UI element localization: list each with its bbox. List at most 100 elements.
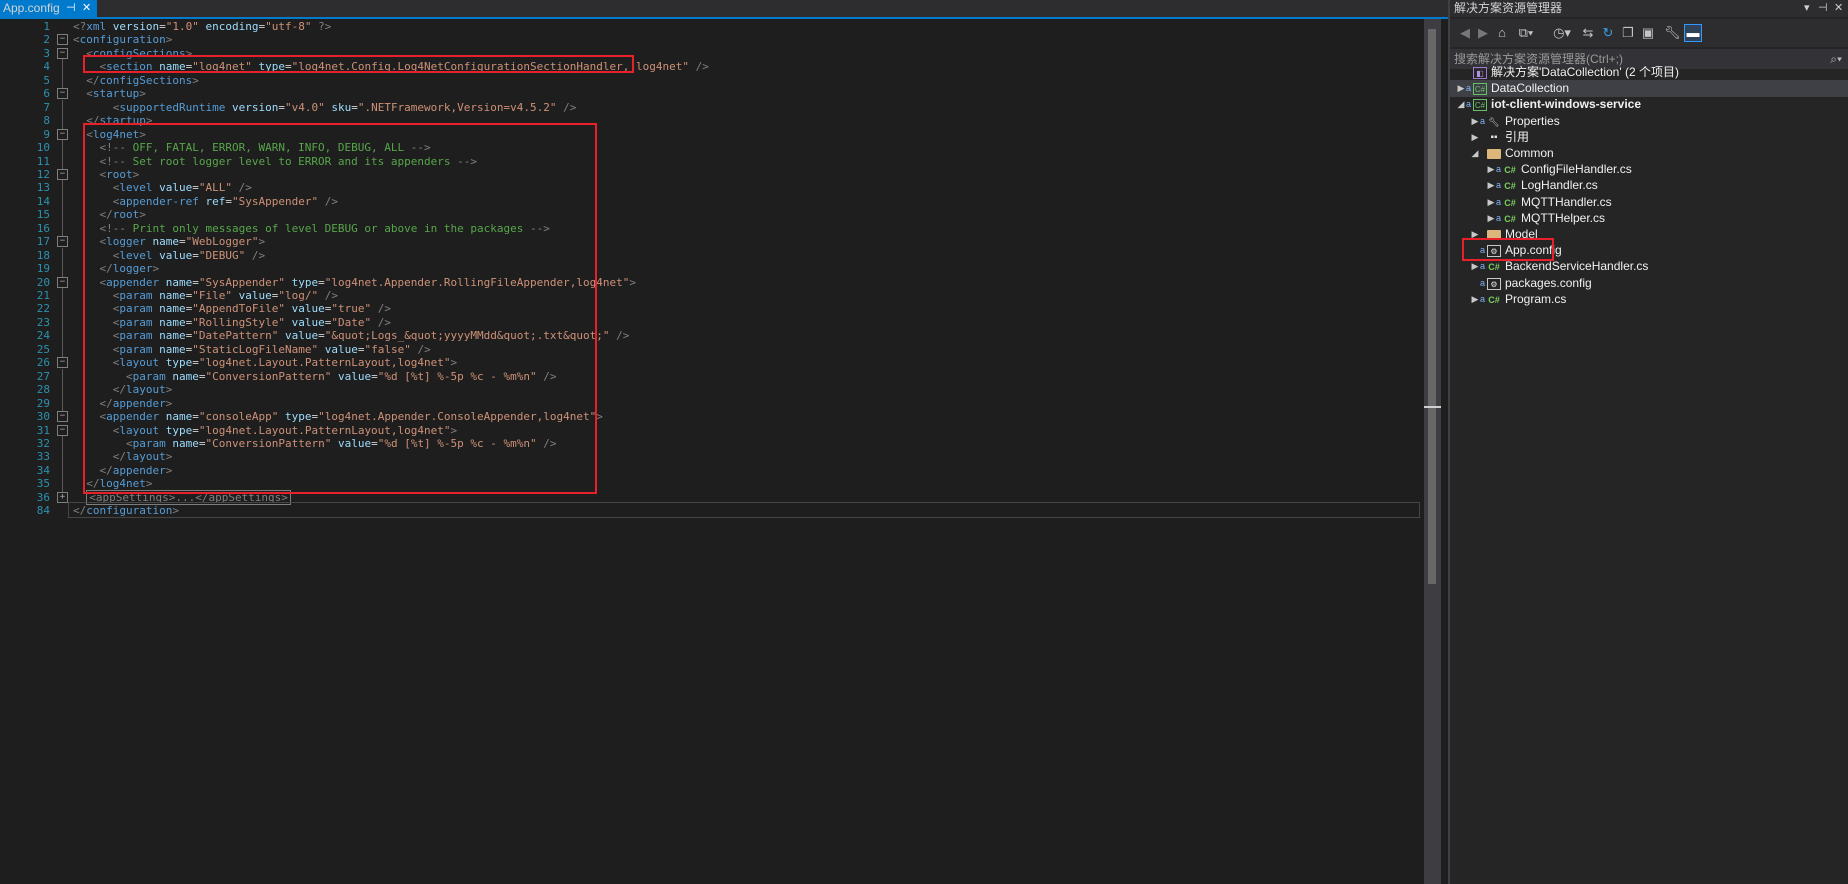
collapse-outline-icon[interactable]: − (57, 88, 68, 100)
code-token: </ (73, 504, 87, 518)
code-line[interactable]: 84 </configuration> (0, 502, 1420, 519)
expand-outline-icon[interactable]: + (57, 491, 68, 503)
tree-item[interactable]: a ⚙ packages.config (1450, 275, 1848, 292)
forward-icon[interactable]: ▶ (1476, 25, 1490, 41)
code-token: /> (556, 100, 577, 114)
collapse-outline-icon[interactable]: − (57, 168, 68, 180)
collapse-arrow-icon[interactable]: ◢ (1456, 96, 1466, 113)
collapse-all-icon[interactable]: ❐ (1620, 25, 1636, 41)
tree-item[interactable]: ▶ a C# MQTTHelper.cs (1450, 210, 1848, 227)
tree-item[interactable]: ◢ Common (1450, 145, 1848, 162)
show-all-files-icon[interactable]: ▣ (1640, 25, 1656, 41)
code-token: appender (112, 463, 166, 477)
code-token: value (318, 342, 358, 356)
csharp-project-icon: C# (1473, 99, 1487, 112)
close-icon[interactable]: ✕ (82, 0, 91, 17)
preview-icon[interactable]: ▬ (1684, 24, 1702, 42)
home-icon[interactable]: ⌂ (1494, 25, 1510, 41)
code-token: </ (99, 396, 113, 410)
pin-icon[interactable]: ⊣ (66, 0, 76, 17)
expand-arrow-icon[interactable]: ▶ (1486, 177, 1496, 194)
tree-item[interactable]: ▶ a C# ConfigFileHandler.cs (1450, 161, 1848, 178)
code-token: type (159, 356, 193, 370)
code-token: value (232, 289, 272, 302)
expand-arrow-icon[interactable]: ▶ (1470, 226, 1480, 243)
expand-arrow-icon[interactable]: ▶ (1486, 194, 1496, 211)
code-token: > (132, 167, 140, 181)
tab-app-config[interactable]: App.config ⊣ ✕ (0, 0, 97, 17)
code-token: configSections (92, 46, 186, 60)
code-token: type (284, 275, 319, 289)
window-position-icon[interactable]: ▾ (1804, 0, 1810, 17)
code-token: = (192, 356, 199, 370)
collapse-outline-icon[interactable]: − (57, 411, 68, 423)
tree-item[interactable]: ▶ a 🔧︎ Properties (1450, 113, 1848, 130)
code-token: "ConversionPattern" (205, 369, 332, 383)
tree-item-label: Program.cs (1505, 291, 1567, 306)
expand-arrow-icon[interactable]: ▶ (1456, 80, 1466, 97)
tree-item[interactable]: ▶ a C# Program.cs (1450, 291, 1848, 308)
collapse-arrow-icon[interactable]: ◢ (1470, 145, 1480, 162)
code-token: section (106, 60, 153, 74)
sync-icon[interactable]: ⇆ (1580, 25, 1596, 41)
collapse-outline-icon[interactable]: − (57, 47, 68, 59)
code-token: "ALL" (198, 181, 232, 195)
pending-changes-icon[interactable]: ◷▾ (1550, 25, 1574, 41)
code-token: name (152, 315, 186, 329)
code-token: --> (529, 221, 550, 235)
code-token: supportedRuntime (119, 100, 226, 114)
references-icon: ▪▪ (1490, 131, 1498, 143)
close-icon[interactable]: ✕ (1834, 0, 1843, 17)
refresh-icon[interactable]: ↻ (1600, 25, 1616, 41)
expand-arrow-icon[interactable]: ▶ (1470, 258, 1480, 275)
collapse-outline-icon[interactable]: − (57, 34, 68, 46)
code-token: configuration (86, 504, 173, 518)
tree-item[interactable]: ▶ ▪▪ 引用 (1450, 129, 1848, 146)
code-token: root (106, 167, 133, 181)
back-icon[interactable]: ◀ (1458, 25, 1472, 41)
collapse-outline-icon[interactable]: − (57, 357, 68, 369)
code-token: "&quot;Logs_&quot;yyyyMMdd&quot;.txt&quo… (324, 329, 610, 343)
tree-item-label: DataCollection (1491, 81, 1570, 96)
code-token: param (119, 315, 153, 329)
properties-icon[interactable]: 🔧︎ (1664, 25, 1681, 41)
code-editor[interactable]: App.config ⊣ ✕ 1 <?xml version="1.0" enco… (0, 0, 1448, 884)
tree-item[interactable]: ▶ a C# LogHandler.cs (1450, 177, 1848, 194)
code-token: > (165, 450, 173, 464)
tree-item[interactable]: ▶ a C# MQTTHandler.cs (1450, 194, 1848, 211)
code-token: param (119, 342, 153, 356)
code-token: > (185, 46, 193, 60)
expand-arrow-icon[interactable]: ▶ (1486, 161, 1496, 178)
collapse-outline-icon[interactable]: − (57, 276, 68, 288)
tree-item[interactable]: ▶ a C# BackendServiceHandler.cs (1450, 258, 1848, 275)
code-token: version (106, 20, 160, 33)
csharp-file-icon: C# (1504, 213, 1516, 224)
tree-item[interactable]: ◧ 解决方案'DataCollection' (2 个项目) (1450, 64, 1848, 81)
collapse-outline-icon[interactable]: − (57, 236, 68, 248)
code-token: <? (73, 20, 87, 33)
expand-arrow-icon[interactable]: ▶ (1470, 129, 1480, 146)
pin-icon[interactable]: ⊣ (1818, 0, 1828, 17)
expand-arrow-icon[interactable]: ▶ (1470, 291, 1480, 308)
code-area[interactable]: 1 <?xml version="1.0" encoding="utf-8" ?>… (0, 19, 1420, 884)
code-token: </ (86, 73, 100, 87)
expand-arrow-icon[interactable]: ▶ (1470, 113, 1480, 130)
tree-item[interactable]: ▶ a C# DataCollection (1450, 80, 1848, 98)
collapse-outline-icon[interactable]: − (57, 424, 68, 436)
tree-item[interactable]: ◢ a C# iot-client-windows-service (1450, 96, 1848, 113)
collapse-outline-icon[interactable]: − (57, 128, 68, 140)
vertical-scrollbar[interactable] (1424, 19, 1441, 884)
scrollbar-thumb[interactable] (1428, 29, 1436, 584)
code-token: "log4net" (192, 60, 252, 74)
tree-item[interactable]: ▶ Model (1450, 226, 1848, 243)
wrench-icon: 🔧︎ (1488, 116, 1500, 127)
switch-views-icon[interactable]: ⧉▾ (1514, 25, 1538, 41)
expand-arrow-icon[interactable]: ▶ (1486, 210, 1496, 227)
tree-item[interactable]: a ⚙ App.config (1450, 238, 1848, 262)
tree-item-label: 解决方案'DataCollection' (2 个项目) (1491, 65, 1679, 79)
